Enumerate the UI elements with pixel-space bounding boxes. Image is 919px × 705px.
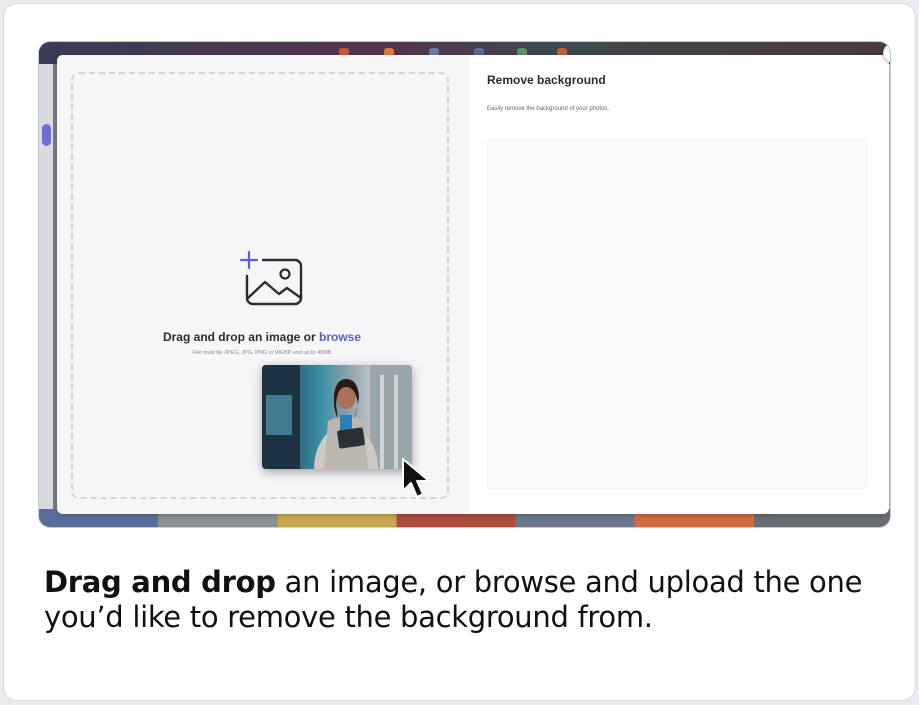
tutorial-card: Drag and drop an image or browse File mu… [3, 3, 916, 701]
image-plus-icon [239, 250, 303, 306]
drag-drop-text: Drag and drop an image or [162, 330, 316, 344]
panel-title: Remove background [487, 73, 606, 87]
panel-description: Easily remove the background of your pho… [487, 106, 610, 112]
remove-background-modal: Drag and drop an image or browse File mu… [57, 43, 890, 514]
mouse-pointer-icon [402, 458, 430, 498]
dragged-photo-thumbnail[interactable] [262, 365, 412, 469]
browse-link[interactable]: browse [319, 330, 361, 344]
app-screenshot: Drag and drop an image or browse File mu… [38, 41, 891, 528]
background-app-sidebar [39, 64, 53, 527]
sidebar-highlight [42, 124, 51, 146]
caption-bold: Drag and drop [44, 565, 276, 599]
woman-with-tablet-photo [262, 365, 412, 469]
options-pane: Remove background Easily remove the back… [469, 55, 889, 514]
upload-pane: Drag and drop an image or browse File mu… [57, 55, 469, 514]
file-requirements-hint: File must be JPEG, JPG, PNG or WEBP and … [192, 350, 332, 356]
dropzone-instructions: Drag and drop an image or browse [73, 330, 451, 344]
preview-area [487, 139, 867, 489]
instruction-caption: Drag and drop an image, or browse and up… [44, 565, 894, 635]
